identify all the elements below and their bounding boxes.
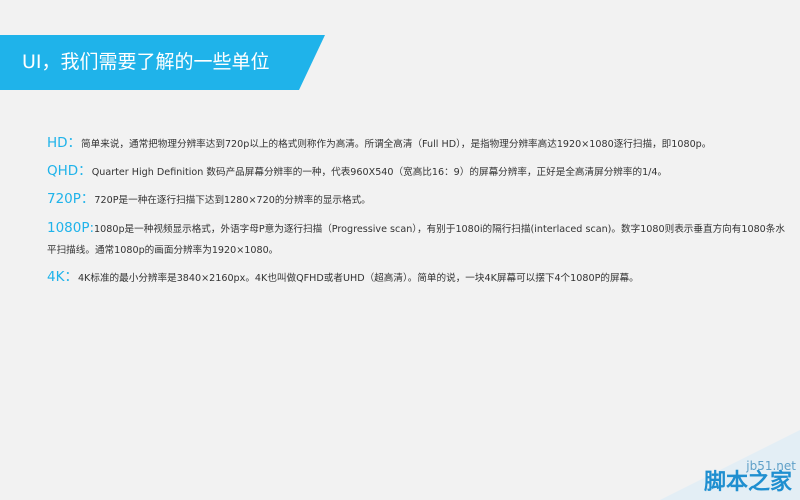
content-list: HD：简单来说，通常把物理分辨率达到720p以上的格式则称作为高清。所谓全高清（… [47,135,787,287]
entry-description: 4K标准的最小分辨率是3840×2160px。4K也叫做QFHD或者UHD（超高… [77,273,639,284]
title-banner: UI，我们需要了解的一些单位 [0,35,325,90]
entry-description: 720P是一种在逐行扫描下达到1280×720的分辨率的显示格式。 [94,195,371,206]
entry-720p: 720P：720P是一种在逐行扫描下达到1280×720的分辨率的显示格式。 [47,191,787,209]
entry-4k: 4K：4K标准的最小分辨率是3840×2160px。4K也叫做QFHD或者UHD… [47,269,787,287]
entry-hd: HD：简单来说，通常把物理分辨率达到720p以上的格式则称作为高清。所谓全高清（… [47,135,787,153]
entry-description: 1080p是一种视频显示格式，外语字母P意为逐行扫描（Progressive s… [47,224,785,256]
entry-description: Quarter High Definition 数码产品屏幕分辨率的一种，代表9… [91,167,668,178]
entry-term: 1080P: [47,220,95,236]
entry-qhd: QHD：Quarter High Definition 数码产品屏幕分辨率的一种… [47,163,787,181]
page-title: UI，我们需要了解的一些单位 [22,51,270,73]
watermark-logo-text: 脚本之家 [703,470,792,495]
entry-term: QHD： [47,163,92,179]
entry-description: 简单来说，通常把物理分辨率达到720p以上的格式则称作为高清。所谓全高清（Ful… [81,139,712,150]
entry-term: HD： [47,135,82,151]
entry-term: 4K： [47,269,78,285]
entry-1080p: 1080P:1080p是一种视频显示格式，外语字母P意为逐行扫描（Progres… [47,218,787,261]
entry-term: 720P： [47,191,95,207]
